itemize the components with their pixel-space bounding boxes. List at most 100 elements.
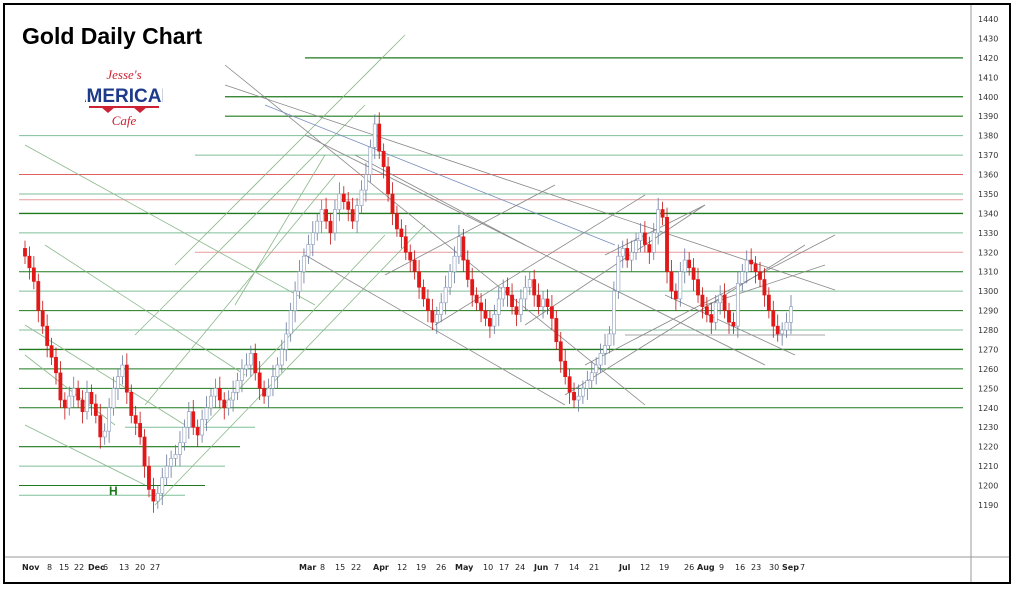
x-tick-label: 6 — [103, 563, 108, 572]
candle-body — [417, 271, 421, 288]
candle-body — [585, 380, 590, 389]
candle-body — [616, 255, 621, 292]
candle-body — [275, 364, 280, 377]
channel-line — [24, 424, 146, 486]
candle-body — [120, 364, 125, 377]
y-tick-label: 1220 — [978, 443, 998, 452]
candle-body — [465, 259, 470, 280]
candle-body — [421, 286, 426, 300]
y-tick-label: 1440 — [978, 15, 998, 24]
x-tick-label: 16 — [735, 563, 745, 572]
y-tick-label: 1290 — [978, 307, 998, 316]
candle-body — [293, 290, 297, 311]
x-tick-label: 19 — [416, 563, 426, 572]
chart-frame: 1190 1200 1210 1220 1230 1240 1250 1260 1270 1280… — [3, 3, 1011, 584]
candle-body — [735, 283, 740, 327]
y-tick-label: 1300 — [978, 287, 998, 296]
x-tick-label: Jun — [533, 563, 549, 572]
candle-body — [306, 244, 311, 257]
candle-body — [532, 279, 537, 296]
candle-body — [678, 271, 683, 300]
candle-body — [510, 294, 514, 308]
candle-body — [603, 345, 607, 354]
candle-body — [589, 372, 594, 381]
candle-body — [368, 147, 373, 175]
chart-title: Gold Daily Chart — [22, 23, 203, 49]
candle-body — [527, 279, 532, 288]
date-axis: Nov 8 15 22 Dec6 13 20 27 Mar 8 15 22 Apr 12 19 26 May 10… — [22, 563, 805, 572]
x-tick-label: 17 — [499, 563, 509, 572]
channel-line — [24, 354, 116, 426]
candle-body — [399, 228, 404, 238]
y-tick-label: 1270 — [978, 345, 998, 354]
candle-body — [23, 248, 27, 257]
y-tick-label: 1380 — [978, 132, 998, 141]
x-tick-label: Sep — [782, 563, 799, 572]
candle-body — [222, 399, 227, 409]
candle-body — [62, 399, 67, 409]
x-tick-label: 24 — [515, 563, 525, 572]
candle-body — [700, 294, 705, 308]
x-tick-label: 8 — [320, 563, 325, 572]
y-tick-label: 1350 — [978, 190, 998, 199]
candle-body — [49, 345, 54, 358]
candle-body — [687, 259, 692, 269]
candle-body — [178, 442, 182, 455]
candle-body — [704, 306, 709, 315]
candle-body — [151, 489, 156, 502]
candle-body — [426, 298, 430, 311]
x-tick-label: 15 — [335, 563, 345, 572]
y-tick-label: 1200 — [978, 482, 998, 491]
candle-body — [195, 426, 200, 436]
candle-body — [629, 251, 634, 261]
candle-body — [200, 419, 205, 436]
candle-body — [696, 279, 700, 296]
candle-body — [182, 426, 187, 444]
candle-body — [536, 294, 541, 308]
candle-body — [350, 209, 355, 222]
candle-body — [315, 220, 320, 234]
price-axis: 1190 1200 1210 1220 1230 1240 1250 1260 1270 1280… — [978, 15, 998, 510]
candle-body — [479, 302, 483, 311]
y-tick-label: 1400 — [978, 93, 998, 102]
candle-body — [665, 216, 669, 273]
candle-body — [505, 286, 510, 296]
y-tick-label: 1240 — [978, 404, 998, 413]
candle-body — [257, 372, 262, 389]
candle-body — [611, 290, 616, 335]
candle-body — [461, 236, 466, 261]
candle-body — [337, 193, 342, 210]
candle-body — [576, 395, 581, 401]
y-tick-label: 1190 — [978, 501, 998, 510]
x-tick-label: 13 — [119, 563, 129, 572]
candle-body — [324, 209, 328, 222]
candle-body — [620, 248, 625, 257]
y-tick-label: 1310 — [978, 268, 998, 277]
candle-body — [240, 368, 244, 381]
candle-body — [580, 388, 585, 397]
candle-body — [213, 388, 218, 397]
y-tick-label: 1390 — [978, 112, 998, 121]
candle-body — [762, 279, 767, 296]
candle-body — [231, 391, 236, 401]
y-tick-label: 1330 — [978, 229, 998, 238]
candle-body — [67, 395, 72, 409]
candle-body — [107, 407, 112, 432]
candle-body — [386, 166, 390, 195]
x-tick-label: 8 — [47, 563, 52, 572]
candle-body — [284, 333, 289, 350]
candle-body — [319, 209, 324, 222]
candle-body — [381, 150, 386, 168]
candle-body — [129, 391, 134, 416]
candle-body — [288, 310, 293, 335]
candle-body — [36, 281, 41, 311]
x-tick-label: Jul — [618, 563, 631, 572]
x-tick-label: Mar — [299, 563, 316, 572]
x-tick-label: 26 — [436, 563, 446, 572]
candle-body — [372, 123, 377, 148]
x-tick-label: 12 — [397, 563, 407, 572]
x-tick-label: 20 — [135, 563, 145, 572]
candle-body — [780, 329, 785, 335]
candle-body — [753, 263, 758, 273]
candle-body — [266, 388, 271, 397]
